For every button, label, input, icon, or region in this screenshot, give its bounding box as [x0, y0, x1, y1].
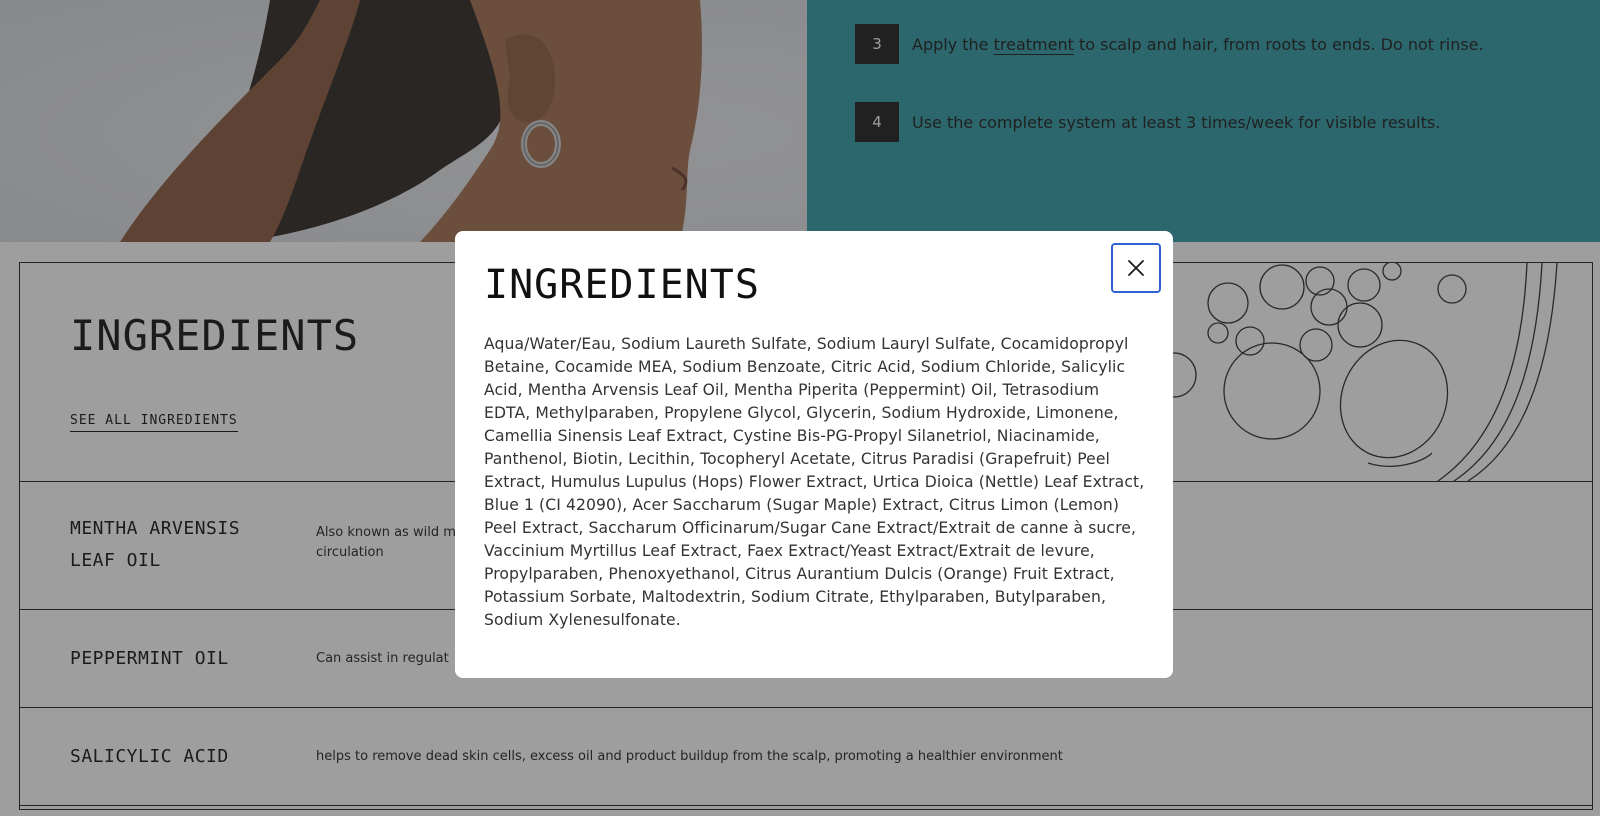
close-modal-button[interactable]: [1111, 243, 1161, 293]
ingredients-modal: INGREDIENTS Aqua/Water/Eau, Sodium Laure…: [455, 231, 1173, 678]
close-icon: [1128, 260, 1144, 276]
modal-ingredients-list: Aqua/Water/Eau, Sodium Laureth Sulfate, …: [484, 335, 1145, 629]
modal-title: INGREDIENTS: [484, 262, 760, 308]
